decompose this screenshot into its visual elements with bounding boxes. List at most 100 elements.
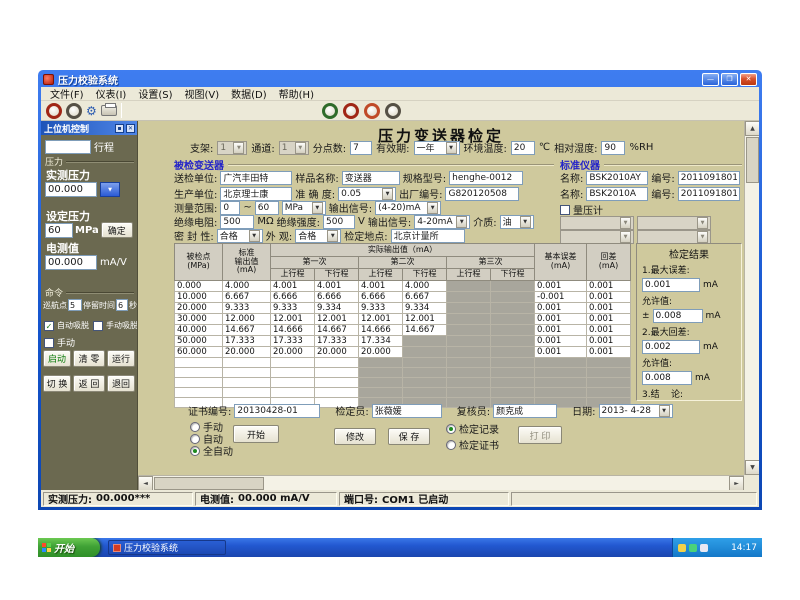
table-cell[interactable]: 17.334 (359, 336, 403, 347)
tray-icon[interactable] (678, 544, 686, 552)
seal-combo[interactable]: 合格▼ (217, 229, 263, 243)
table-cell[interactable] (447, 325, 491, 336)
range-high-field[interactable]: 60 (255, 201, 279, 215)
radio-record[interactable]: 检定记录 (446, 421, 499, 436)
standard-name-1-field[interactable]: BSK2010AY (586, 171, 648, 185)
table-cell[interactable]: 0.001 (587, 303, 631, 314)
sample-name-field[interactable]: 变送器 (342, 171, 400, 185)
table-cell[interactable] (491, 292, 535, 303)
table-cell[interactable]: 0.001 (535, 314, 587, 325)
table-cell[interactable] (491, 388, 535, 398)
table-cell[interactable] (447, 388, 491, 398)
table-cell[interactable]: 17.333 (223, 336, 271, 347)
stroke-field[interactable] (45, 140, 91, 154)
bracket-combo[interactable]: 1▼ (217, 141, 247, 155)
table-cell[interactable]: 6.667 (223, 292, 271, 303)
allow-1-field[interactable]: 0.008 (653, 309, 703, 323)
chevron-down-icon[interactable]: ▼ (427, 202, 438, 214)
menu-item[interactable]: 数据(D) (225, 87, 273, 101)
run-button[interactable]: 运行 (107, 350, 135, 367)
set-pressure-field[interactable]: 60 (45, 223, 73, 238)
dial-icon[interactable] (343, 103, 359, 119)
menu-item[interactable]: 仪表(I) (90, 87, 133, 101)
electric-field[interactable]: 00.000 (45, 255, 97, 270)
table-cell[interactable] (447, 303, 491, 314)
table-cell[interactable] (315, 368, 359, 378)
table-cell[interactable] (271, 378, 315, 388)
maker-field[interactable]: 北京理士康 (220, 187, 292, 201)
table-cell[interactable] (359, 368, 403, 378)
table-cell[interactable] (315, 378, 359, 388)
chevron-down-icon[interactable]: ▼ (312, 202, 323, 214)
table-cell[interactable]: 12.000 (223, 314, 271, 325)
max-hysteresis-field[interactable]: 0.002 (642, 340, 700, 354)
medium-combo[interactable]: 油▼ (500, 215, 534, 229)
table-cell[interactable]: 9.333 (271, 303, 315, 314)
table-cell[interactable]: 9.333 (223, 303, 271, 314)
minimize-button[interactable]: — (702, 73, 719, 86)
location-field[interactable]: 北京计量所 (391, 229, 465, 243)
table-cell[interactable] (175, 368, 223, 378)
table-cell[interactable]: 10.000 (175, 292, 223, 303)
table-cell[interactable] (491, 378, 535, 388)
chevron-down-icon[interactable]: ▼ (249, 230, 260, 242)
table-cell[interactable]: 0.001 (587, 325, 631, 336)
chevron-down-icon[interactable]: ▼ (659, 405, 670, 417)
env-temp-field[interactable]: 20 (511, 141, 535, 155)
tray-icon[interactable] (700, 544, 708, 552)
gauge-icon[interactable] (66, 103, 82, 119)
print-button[interactable]: 打 印 (518, 426, 562, 444)
table-cell[interactable] (447, 281, 491, 292)
start-button[interactable]: 启动 (43, 350, 71, 367)
menu-item[interactable]: 文件(F) (44, 87, 90, 101)
table-cell[interactable] (587, 368, 631, 378)
table-cell[interactable]: 14.666 (359, 325, 403, 336)
chevron-down-icon[interactable]: ▼ (327, 230, 338, 242)
table-cell[interactable]: 0.001 (535, 281, 587, 292)
table-cell[interactable] (447, 358, 491, 368)
table-cell[interactable] (535, 358, 587, 368)
menu-item[interactable]: 帮助(H) (273, 87, 320, 101)
table-cell[interactable] (491, 347, 535, 358)
table-cell[interactable] (403, 378, 447, 388)
table-cell[interactable] (271, 368, 315, 378)
gauge-checkbox[interactable]: 量压计 (560, 202, 603, 217)
table-cell[interactable] (491, 368, 535, 378)
table-cell[interactable] (403, 347, 447, 358)
chevron-down-icon[interactable]: ▼ (382, 188, 393, 200)
appearance-combo[interactable]: 合格▼ (295, 229, 341, 243)
certificate-field[interactable]: 20130428-01 (234, 404, 320, 418)
table-cell[interactable]: 4.001 (315, 281, 359, 292)
table-cell[interactable]: 0.001 (587, 292, 631, 303)
table-cell[interactable] (223, 368, 271, 378)
table-cell[interactable]: 0.001 (587, 347, 631, 358)
scroll-left-icon[interactable]: ◄ (138, 476, 153, 490)
table-cell[interactable]: 60.000 (175, 347, 223, 358)
table-cell[interactable]: 20.000 (271, 347, 315, 358)
manual-suction-checkbox[interactable]: 手动吸脱 (93, 320, 138, 331)
table-cell[interactable]: 0.001 (587, 314, 631, 325)
strength-field[interactable]: 500 (323, 215, 355, 229)
switch-button[interactable]: 切 换 (43, 375, 71, 392)
horizontal-scrollbar[interactable]: ◄ ► (138, 475, 744, 490)
chevron-down-icon[interactable]: ▼ (446, 142, 457, 154)
table-cell[interactable]: 17.333 (315, 336, 359, 347)
table-cell[interactable]: 0.001 (535, 303, 587, 314)
table-cell[interactable]: 20.000 (175, 303, 223, 314)
date-combo[interactable]: 2013- 4-28▼ (599, 404, 673, 418)
table-cell[interactable]: 4.001 (359, 281, 403, 292)
radio-full-auto[interactable]: 全自动 (190, 443, 233, 458)
table-cell[interactable]: 12.001 (403, 314, 447, 325)
dwell-field[interactable]: 6 (116, 299, 128, 311)
table-cell[interactable] (491, 281, 535, 292)
table-cell[interactable]: 14.666 (271, 325, 315, 336)
verifier-field[interactable]: 张薇媛 (372, 404, 442, 418)
table-cell[interactable] (403, 368, 447, 378)
menu-item[interactable]: 视图(V) (178, 87, 225, 101)
radio-certificate[interactable]: 检定证书 (446, 437, 499, 452)
table-cell[interactable]: 0.001 (535, 347, 587, 358)
table-cell[interactable] (447, 347, 491, 358)
table-cell[interactable] (359, 378, 403, 388)
table-cell[interactable]: 0.001 (587, 281, 631, 292)
table-cell[interactable]: 20.000 (223, 347, 271, 358)
